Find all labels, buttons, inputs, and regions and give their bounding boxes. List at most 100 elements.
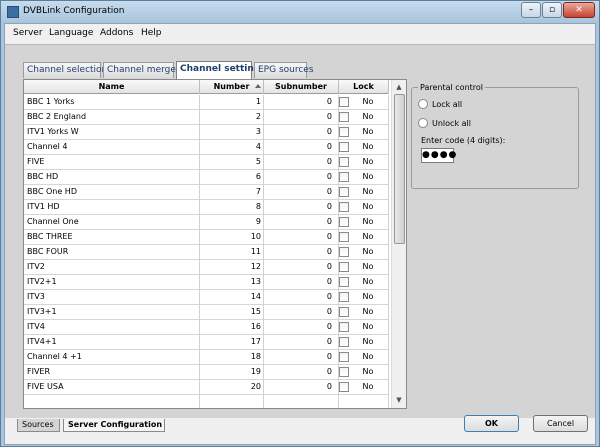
channel-subnumber-cell[interactable]: 0 [264, 125, 334, 140]
table-row[interactable]: BBC FOUR 11 0 No [24, 245, 389, 260]
channel-name-cell[interactable]: BBC HD [27, 170, 197, 185]
radio-circle-icon[interactable] [418, 118, 428, 128]
grid-scrollbar[interactable]: ▲ ▼ [391, 80, 406, 408]
close-button[interactable]: ✕ [563, 2, 595, 18]
channel-name-cell[interactable]: Channel One [27, 215, 197, 230]
channel-subnumber-cell[interactable]: 0 [264, 290, 334, 305]
table-row[interactable]: FIVE USA 20 0 No [24, 380, 389, 395]
lock-checkbox[interactable] [339, 322, 349, 332]
lock-checkbox[interactable] [339, 277, 349, 287]
table-row[interactable]: BBC One HD 7 0 No [24, 185, 389, 200]
tab-sources[interactable]: Sources [17, 419, 60, 432]
lock-checkbox[interactable] [339, 367, 349, 377]
lock-checkbox[interactable] [339, 262, 349, 272]
channel-name-cell[interactable]: BBC FOUR [27, 245, 197, 260]
table-row[interactable]: BBC HD 6 0 No [24, 170, 389, 185]
lock-checkbox[interactable] [339, 127, 349, 137]
channel-name-cell[interactable]: FIVER [27, 365, 197, 380]
lock-checkbox[interactable] [339, 352, 349, 362]
tab-channel-selection[interactable]: Channel selection [23, 62, 107, 78]
channel-name-cell[interactable]: Channel 4 +1 [27, 350, 197, 365]
table-row[interactable]: ITV3+1 15 0 No [24, 305, 389, 320]
menu-server[interactable]: Server [13, 28, 43, 38]
column-header-name[interactable]: Name [24, 80, 200, 94]
channel-number-cell[interactable]: 8 [200, 200, 261, 215]
lock-checkbox[interactable] [339, 202, 349, 212]
channel-name-cell[interactable]: BBC 1 Yorks [27, 95, 197, 110]
lock-checkbox[interactable] [339, 247, 349, 257]
channel-subnumber-cell[interactable]: 0 [264, 185, 334, 200]
tab-channel-settings[interactable]: Channel settings [176, 61, 266, 79]
channel-number-cell[interactable]: 14 [200, 290, 261, 305]
table-row[interactable]: Channel One 9 0 No [24, 215, 389, 230]
minimize-button[interactable]: – [521, 2, 541, 18]
code-input[interactable]: ●●●● [421, 148, 456, 163]
table-row[interactable]: ITV2 12 0 No [24, 260, 389, 275]
lock-checkbox[interactable] [339, 382, 349, 392]
channel-number-cell[interactable]: 16 [200, 320, 261, 335]
column-header-subnumber[interactable]: Subnumber [264, 80, 339, 94]
channel-subnumber-cell[interactable]: 0 [264, 155, 334, 170]
cancel-button[interactable]: Cancel [533, 415, 588, 432]
scroll-thumb[interactable] [394, 94, 405, 244]
channel-name-cell[interactable]: BBC 2 England [27, 110, 197, 125]
channel-subnumber-cell[interactable]: 0 [264, 170, 334, 185]
lock-checkbox[interactable] [339, 157, 349, 167]
scroll-down-arrow-icon[interactable]: ▼ [393, 394, 405, 406]
channel-name-cell[interactable]: ITV4 [27, 320, 197, 335]
scroll-up-arrow-icon[interactable]: ▲ [393, 81, 405, 93]
channel-subnumber-cell[interactable]: 0 [264, 350, 334, 365]
channel-name-cell[interactable]: ITV1 HD [27, 200, 197, 215]
channel-subnumber-cell[interactable]: 0 [264, 320, 334, 335]
channel-name-cell[interactable]: ITV3 [27, 290, 197, 305]
channel-name-cell[interactable]: BBC THREE [27, 230, 197, 245]
ok-button[interactable]: OK [464, 415, 519, 432]
menu-help[interactable]: Help [141, 28, 162, 38]
title-bar[interactable]: DVBLink Configuration – ▫ ✕ [1, 1, 599, 23]
channel-number-cell[interactable]: 3 [200, 125, 261, 140]
table-row[interactable]: FIVE 5 0 No [24, 155, 389, 170]
channel-subnumber-cell[interactable]: 0 [264, 215, 334, 230]
channel-subnumber-cell[interactable]: 0 [264, 110, 334, 125]
menu-addons[interactable]: Addons [100, 28, 133, 38]
menu-language[interactable]: Language [49, 28, 93, 38]
table-row[interactable]: ITV1 Yorks W 3 0 No [24, 125, 389, 140]
channel-subnumber-cell[interactable]: 0 [264, 260, 334, 275]
channel-number-cell[interactable]: 20 [200, 380, 261, 395]
channel-name-cell[interactable]: ITV2+1 [27, 275, 197, 290]
channel-number-cell[interactable]: 9 [200, 215, 261, 230]
table-row[interactable]: ITV4 16 0 No [24, 320, 389, 335]
channel-number-cell[interactable]: 19 [200, 365, 261, 380]
tab-server-configuration[interactable]: Server Configuration [63, 419, 165, 432]
channel-number-cell[interactable]: 17 [200, 335, 261, 350]
channel-number-cell[interactable]: 11 [200, 245, 261, 260]
channel-number-cell[interactable]: 7 [200, 185, 261, 200]
table-row[interactable]: Channel 4 +1 18 0 No [24, 350, 389, 365]
channel-number-cell[interactable]: 12 [200, 260, 261, 275]
channel-subnumber-cell[interactable]: 0 [264, 305, 334, 320]
lock-all-radio[interactable]: Lock all [418, 98, 462, 110]
lock-checkbox[interactable] [339, 292, 349, 302]
table-row[interactable]: ITV1 HD 8 0 No [24, 200, 389, 215]
tab-channel-merge[interactable]: Channel merge [103, 62, 176, 78]
channel-name-cell[interactable]: Channel 4 [27, 140, 197, 155]
unlock-all-radio[interactable]: Unlock all [418, 117, 471, 129]
table-row[interactable]: FIVER 19 0 No [24, 365, 389, 380]
channel-number-cell[interactable]: 4 [200, 140, 261, 155]
channel-subnumber-cell[interactable]: 0 [264, 95, 334, 110]
table-row[interactable]: Channel 4 4 0 No [24, 140, 389, 155]
table-row[interactable]: ITV3 14 0 No [24, 290, 389, 305]
lock-checkbox[interactable] [339, 337, 349, 347]
channel-number-cell[interactable]: 6 [200, 170, 261, 185]
lock-checkbox[interactable] [339, 97, 349, 107]
table-row[interactable]: BBC 1 Yorks 1 0 No [24, 95, 389, 110]
maximize-button[interactable]: ▫ [542, 2, 562, 18]
channel-number-cell[interactable]: 5 [200, 155, 261, 170]
channel-subnumber-cell[interactable]: 0 [264, 140, 334, 155]
channel-name-cell[interactable]: ITV2 [27, 260, 197, 275]
channel-subnumber-cell[interactable]: 0 [264, 200, 334, 215]
channel-name-cell[interactable]: FIVE USA [27, 380, 197, 395]
channel-subnumber-cell[interactable]: 0 [264, 380, 334, 395]
channel-subnumber-cell[interactable]: 0 [264, 230, 334, 245]
lock-checkbox[interactable] [339, 307, 349, 317]
